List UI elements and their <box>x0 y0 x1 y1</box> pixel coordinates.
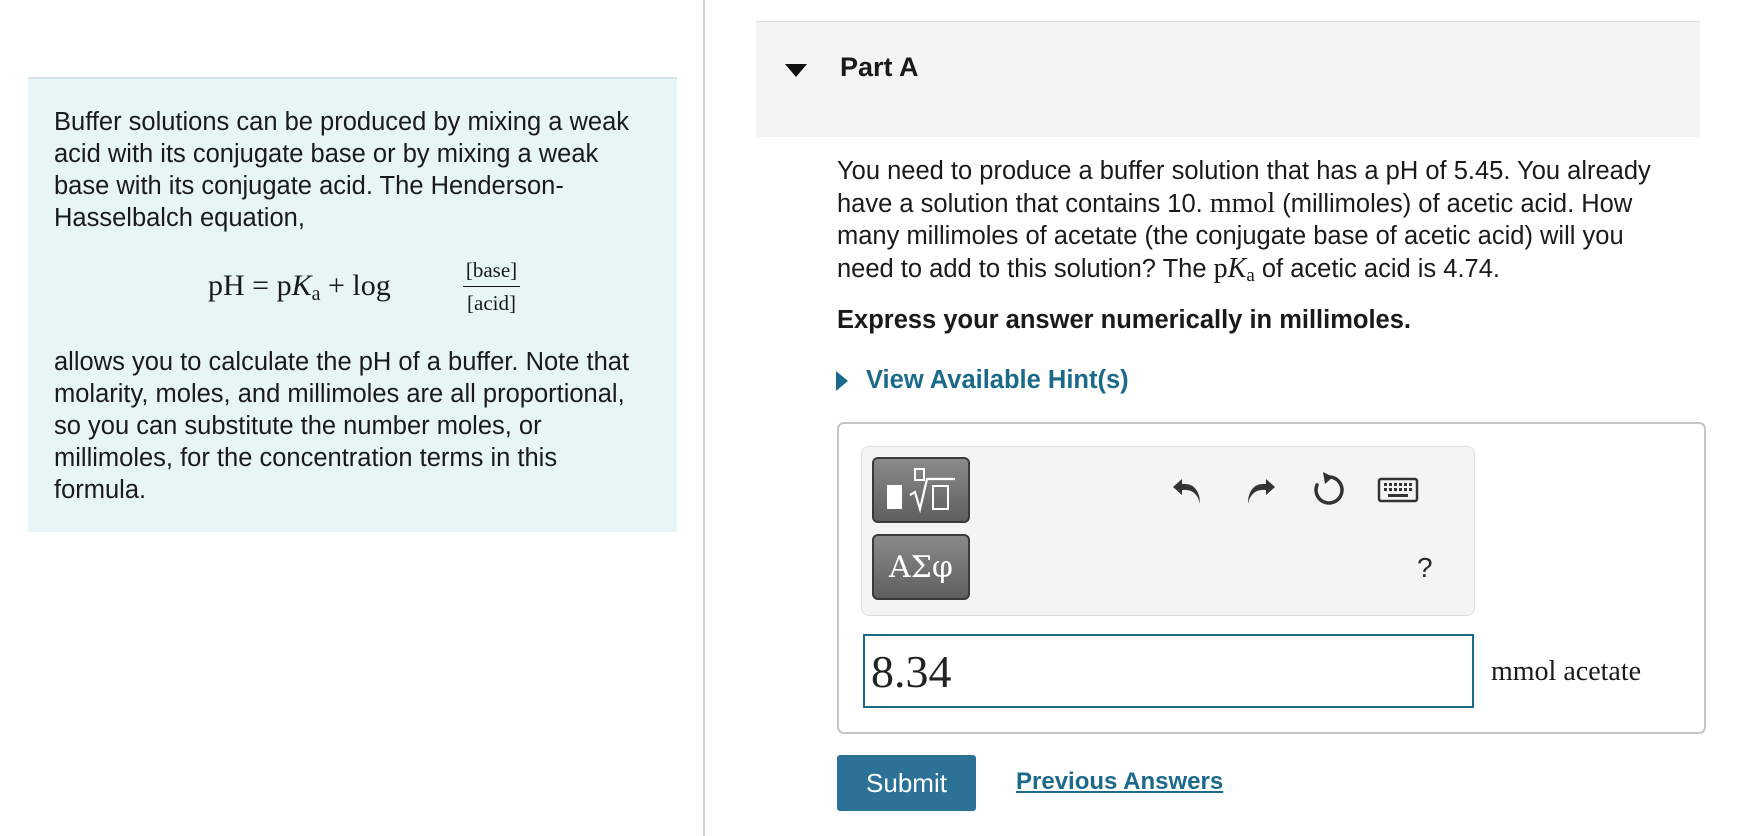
greek-letters-button[interactable]: ΑΣφ <box>872 534 970 600</box>
help-icon[interactable]: ? <box>1417 552 1433 584</box>
keyboard-icon[interactable] <box>1376 469 1420 509</box>
greek-letters-icon: ΑΣφ <box>889 549 953 585</box>
expand-caret-icon[interactable] <box>836 370 848 391</box>
answer-box: ΑΣφ ? mmol acetate <box>837 422 1706 734</box>
collapse-caret-icon[interactable] <box>785 64 807 77</box>
part-title: Part A <box>840 52 919 82</box>
previous-answers-link[interactable]: Previous Answers <box>1016 768 1223 796</box>
redo-icon[interactable] <box>1238 469 1278 509</box>
equation-denominator: [acid] <box>467 291 516 315</box>
pka-p: p <box>1213 252 1228 284</box>
templates-icon <box>874 459 968 521</box>
answer-instruction: Express your answer numerically in milli… <box>837 306 1411 334</box>
panel-divider <box>703 0 705 836</box>
intro-paragraph-2: allows you to calculate the pH of a buff… <box>54 348 630 504</box>
pka-k: K <box>1227 252 1247 284</box>
part-a-header[interactable]: Part A <box>756 21 1700 137</box>
submit-button[interactable]: Submit <box>837 755 976 811</box>
equation-k-subscript: a <box>311 283 321 305</box>
intro-panel: Buffer solutions can be produced by mixi… <box>28 77 677 532</box>
equation-log: + log <box>320 269 391 302</box>
reset-icon[interactable] <box>1308 469 1348 509</box>
equation-main: pH = pKa + log <box>208 269 391 306</box>
templates-button[interactable] <box>872 457 970 523</box>
view-hints-toggle[interactable]: View Available Hint(s) <box>836 366 1129 395</box>
equation-k: K <box>291 269 312 302</box>
pka-sub: a <box>1246 264 1255 286</box>
question-unit-mmol: mmol <box>1209 187 1276 219</box>
answer-unit: mmol acetate <box>1491 656 1642 687</box>
intro-paragraph-1: Buffer solutions can be produced by mixi… <box>54 108 630 232</box>
equation-fraction: [base] [acid] <box>463 257 520 316</box>
henderson-hasselbalch-equation: pH = pKa + log [base] [acid] <box>208 257 520 327</box>
question-text-c: of acetic acid is 4.74. <box>1254 254 1500 283</box>
equation-numerator: [base] <box>463 257 520 287</box>
math-toolbar: ΑΣφ ? <box>861 446 1475 616</box>
answer-input[interactable] <box>863 634 1474 708</box>
equation-lhs: pH = p <box>208 269 292 302</box>
question-text: You need to produce a buffer solution th… <box>837 155 1687 292</box>
undo-icon[interactable] <box>1170 469 1210 509</box>
question-pka: pKa <box>1213 252 1255 286</box>
view-hints-label[interactable]: View Available Hint(s) <box>866 366 1129 395</box>
